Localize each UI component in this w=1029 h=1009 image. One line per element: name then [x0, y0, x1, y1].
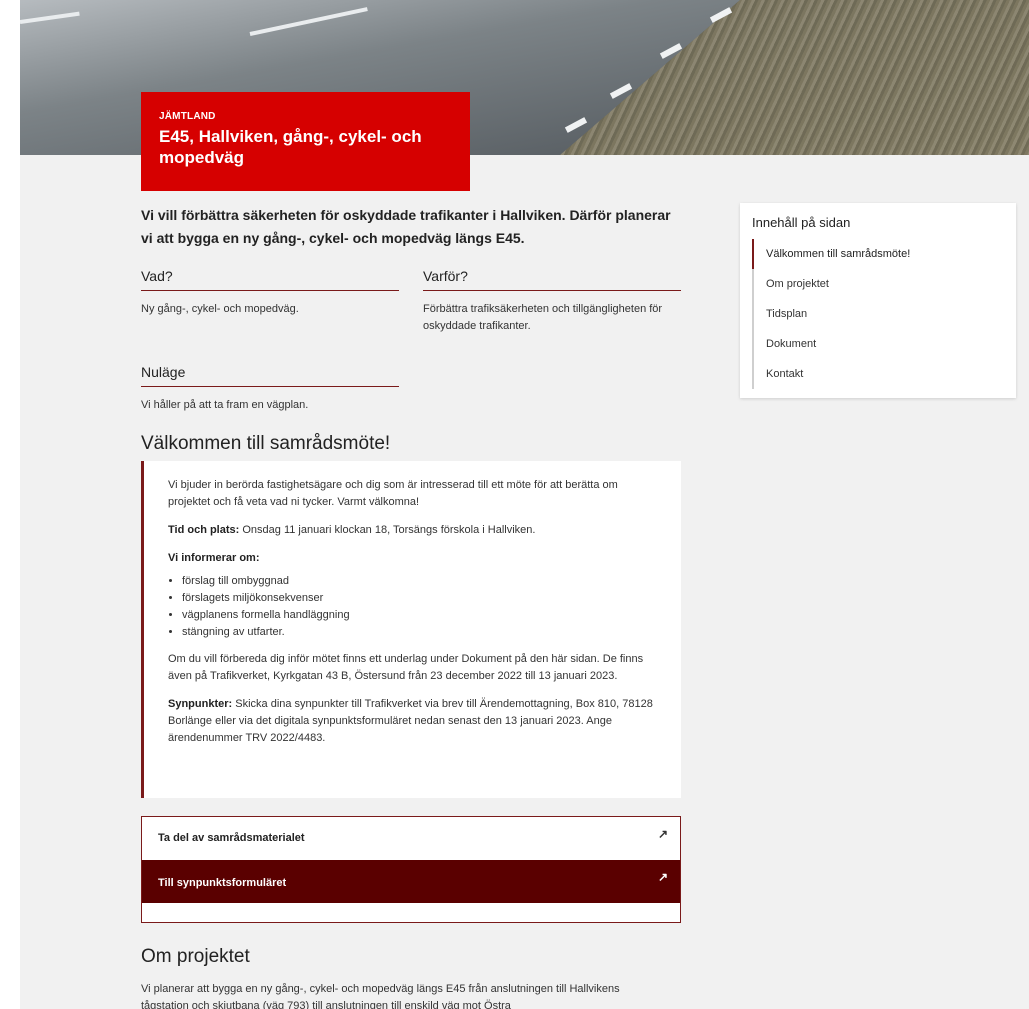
page: JÄMTLAND E45, Hallviken, gång-, cykel- o… [20, 0, 1029, 1009]
page-title: E45, Hallviken, gång-, cykel- och mopedv… [159, 127, 422, 167]
toc-item-documents[interactable]: Dokument [754, 329, 1004, 359]
fact-status: Nuläge Vi håller på att ta fram en vägpl… [141, 364, 399, 414]
fact-why: Varför? Förbättra trafiksäkerheten och t… [423, 268, 681, 335]
toc-item-project[interactable]: Om projektet [754, 269, 1004, 299]
list-item: vägplanens formella handläggning [182, 607, 657, 624]
fact-status-text: Vi håller på att ta fram en vägplan. [141, 399, 309, 411]
fact-what: Vad? Ny gång-, cykel- och mopedväg. [141, 268, 399, 318]
region-label: JÄMTLAND [159, 111, 216, 122]
intro-text: Vi vill förbättra säkerheten för oskydda… [141, 207, 671, 246]
table-of-contents: Innehåll på sidan Välkommen till samråds… [740, 203, 1016, 398]
meeting-intro: Vi bjuder in berörda fastighetsägare och… [168, 479, 618, 508]
meeting-inform-label: Vi informerar om: [168, 550, 657, 567]
material-link-label: Ta del av samrådsmaterialet [158, 832, 305, 844]
feedback-label: Synpunkter: [168, 698, 233, 710]
list-item: förslag till ombyggnad [182, 573, 657, 590]
toc-item-contact[interactable]: Kontakt [754, 359, 1004, 389]
meeting-prepare: Om du vill förbereda dig inför mötet fin… [168, 653, 644, 682]
toc-item-meeting[interactable]: Välkommen till samrådsmöte! [752, 239, 1004, 269]
meeting-time-label: Tid och plats: [168, 524, 240, 536]
feedback-form-link-label: Till synpunktsformuläret [158, 877, 287, 889]
fact-what-heading: Vad? [141, 268, 399, 291]
toc-title: Innehåll på sidan [752, 215, 851, 230]
toc-items: Välkommen till samrådsmöte! Om projektet… [752, 239, 1004, 389]
page-title-box: JÄMTLAND E45, Hallviken, gång-, cykel- o… [141, 92, 470, 191]
meeting-info-box: Vi bjuder in berörda fastighetsägare och… [141, 461, 681, 798]
fact-status-heading: Nuläge [141, 364, 399, 387]
toc-item-schedule[interactable]: Tidsplan [754, 299, 1004, 329]
link-box: Ta del av samrådsmaterialet ↗︎ Till synp… [141, 816, 681, 923]
inform-label: Vi informerar om: [168, 552, 260, 564]
material-link[interactable]: Ta del av samrådsmaterialet ↗︎ [142, 817, 680, 859]
meeting-time: Tid och plats: Onsdag 11 januari klockan… [168, 522, 657, 539]
list-item: stängning av utfarter. [182, 624, 657, 641]
meeting-topics: förslag till ombyggnad förslagets miljök… [168, 573, 657, 641]
feedback-form-link[interactable]: Till synpunktsformuläret ↗︎ [142, 860, 680, 903]
meeting-heading: Välkommen till samrådsmöte! [141, 433, 391, 454]
project-text: Vi planerar att bygga en ny gång-, cykel… [141, 983, 620, 1009]
fact-why-text: Förbättra trafiksäkerheten och tillgängl… [423, 303, 663, 332]
fact-what-text: Ny gång-, cykel- och mopedväg. [141, 303, 299, 315]
external-link-icon: ↗︎ [657, 827, 668, 841]
list-item: förslagets miljökonsekvenser [182, 590, 657, 607]
external-link-icon: ↗︎ [657, 870, 668, 884]
feedback-text: Skicka dina synpunkter till Trafikverket… [168, 698, 653, 744]
meeting-time-text: Onsdag 11 januari klockan 18, Torsängs f… [239, 524, 536, 536]
meeting-feedback: Synpunkter: Skicka dina synpunkter till … [168, 696, 657, 747]
fact-why-heading: Varför? [423, 268, 681, 291]
project-heading: Om projektet [141, 946, 250, 967]
